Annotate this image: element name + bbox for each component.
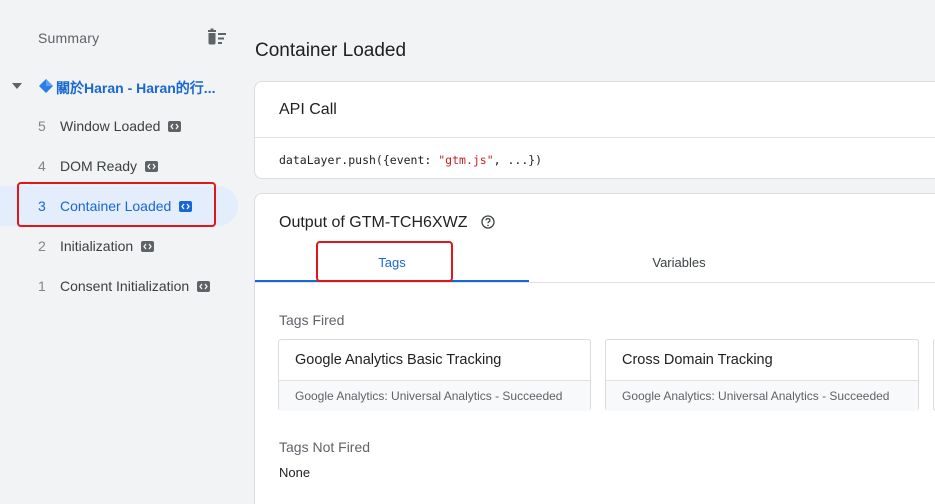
sidebar: Summary 關於Haran - Haran的行... 5 Window Lo… [0, 0, 238, 504]
tab-tags[interactable]: Tags [255, 244, 529, 282]
divider [255, 282, 935, 283]
help-circle-icon[interactable] [481, 215, 495, 229]
api-call-code: dataLayer.push({event: "gtm.js", ...}) [279, 153, 543, 167]
summary-row[interactable]: Summary [0, 20, 238, 56]
event-number: 3 [38, 198, 46, 214]
event-name: Window Loaded [60, 118, 182, 134]
event-number: 5 [38, 118, 46, 134]
tag-card[interactable]: Google Analytics Basic Tracking Google A… [278, 339, 591, 411]
event-number: 2 [38, 238, 46, 254]
event-name: DOM Ready [60, 158, 159, 174]
tag-status: Google Analytics: Universal Analytics - … [606, 380, 918, 411]
code-icon [141, 240, 155, 252]
api-call-card: API Call dataLayer.push({event: "gtm.js"… [254, 81, 935, 179]
tab-variables[interactable]: Variables [529, 244, 829, 282]
event-name: Consent Initialization [60, 278, 211, 294]
event-row-dom-ready[interactable]: 4 DOM Ready [0, 146, 238, 186]
summary-label: Summary [38, 30, 100, 46]
tag-status: Google Analytics: Universal Analytics - … [279, 380, 590, 411]
event-name: Container Loaded [60, 198, 193, 214]
tag-name: Google Analytics Basic Tracking [295, 352, 502, 368]
event-number: 4 [38, 158, 46, 174]
event-row-container-loaded[interactable]: 3 Container Loaded [0, 186, 238, 226]
code-icon [179, 200, 193, 212]
tags-not-fired-value: None [279, 465, 311, 480]
tag-name: Cross Domain Tracking [622, 352, 773, 368]
event-row-window-loaded[interactable]: 5 Window Loaded [0, 106, 238, 146]
output-card: Output of GTM-TCH6XWZ Tags Variables Tag… [254, 193, 935, 504]
tags-fired-label: Tags Fired [279, 312, 345, 328]
event-number: 1 [38, 278, 46, 294]
divider [255, 137, 935, 138]
code-icon [145, 160, 159, 172]
page-title-main: Container Loaded [255, 40, 407, 61]
page-row[interactable]: 關於Haran - Haran的行... [0, 68, 238, 104]
page-title: 關於Haran - Haran的行... [56, 80, 216, 96]
code-icon [197, 280, 211, 292]
tag-card[interactable]: Cross Domain Tracking Google Analytics: … [605, 339, 919, 411]
event-row-consent-initialization[interactable]: 1 Consent Initialization [0, 266, 238, 306]
tab-active-indicator [255, 280, 529, 282]
event-name: Initialization [60, 238, 155, 254]
tags-not-fired-label: Tags Not Fired [279, 439, 371, 455]
caret-down-icon[interactable] [12, 83, 22, 89]
blue-diamond-icon [38, 78, 54, 94]
event-row-initialization[interactable]: 2 Initialization [0, 226, 238, 266]
delete-sweep-icon[interactable] [205, 28, 229, 48]
output-header: Output of GTM-TCH6XWZ [279, 214, 468, 231]
code-icon [168, 120, 182, 132]
api-call-header: API Call [279, 101, 337, 118]
